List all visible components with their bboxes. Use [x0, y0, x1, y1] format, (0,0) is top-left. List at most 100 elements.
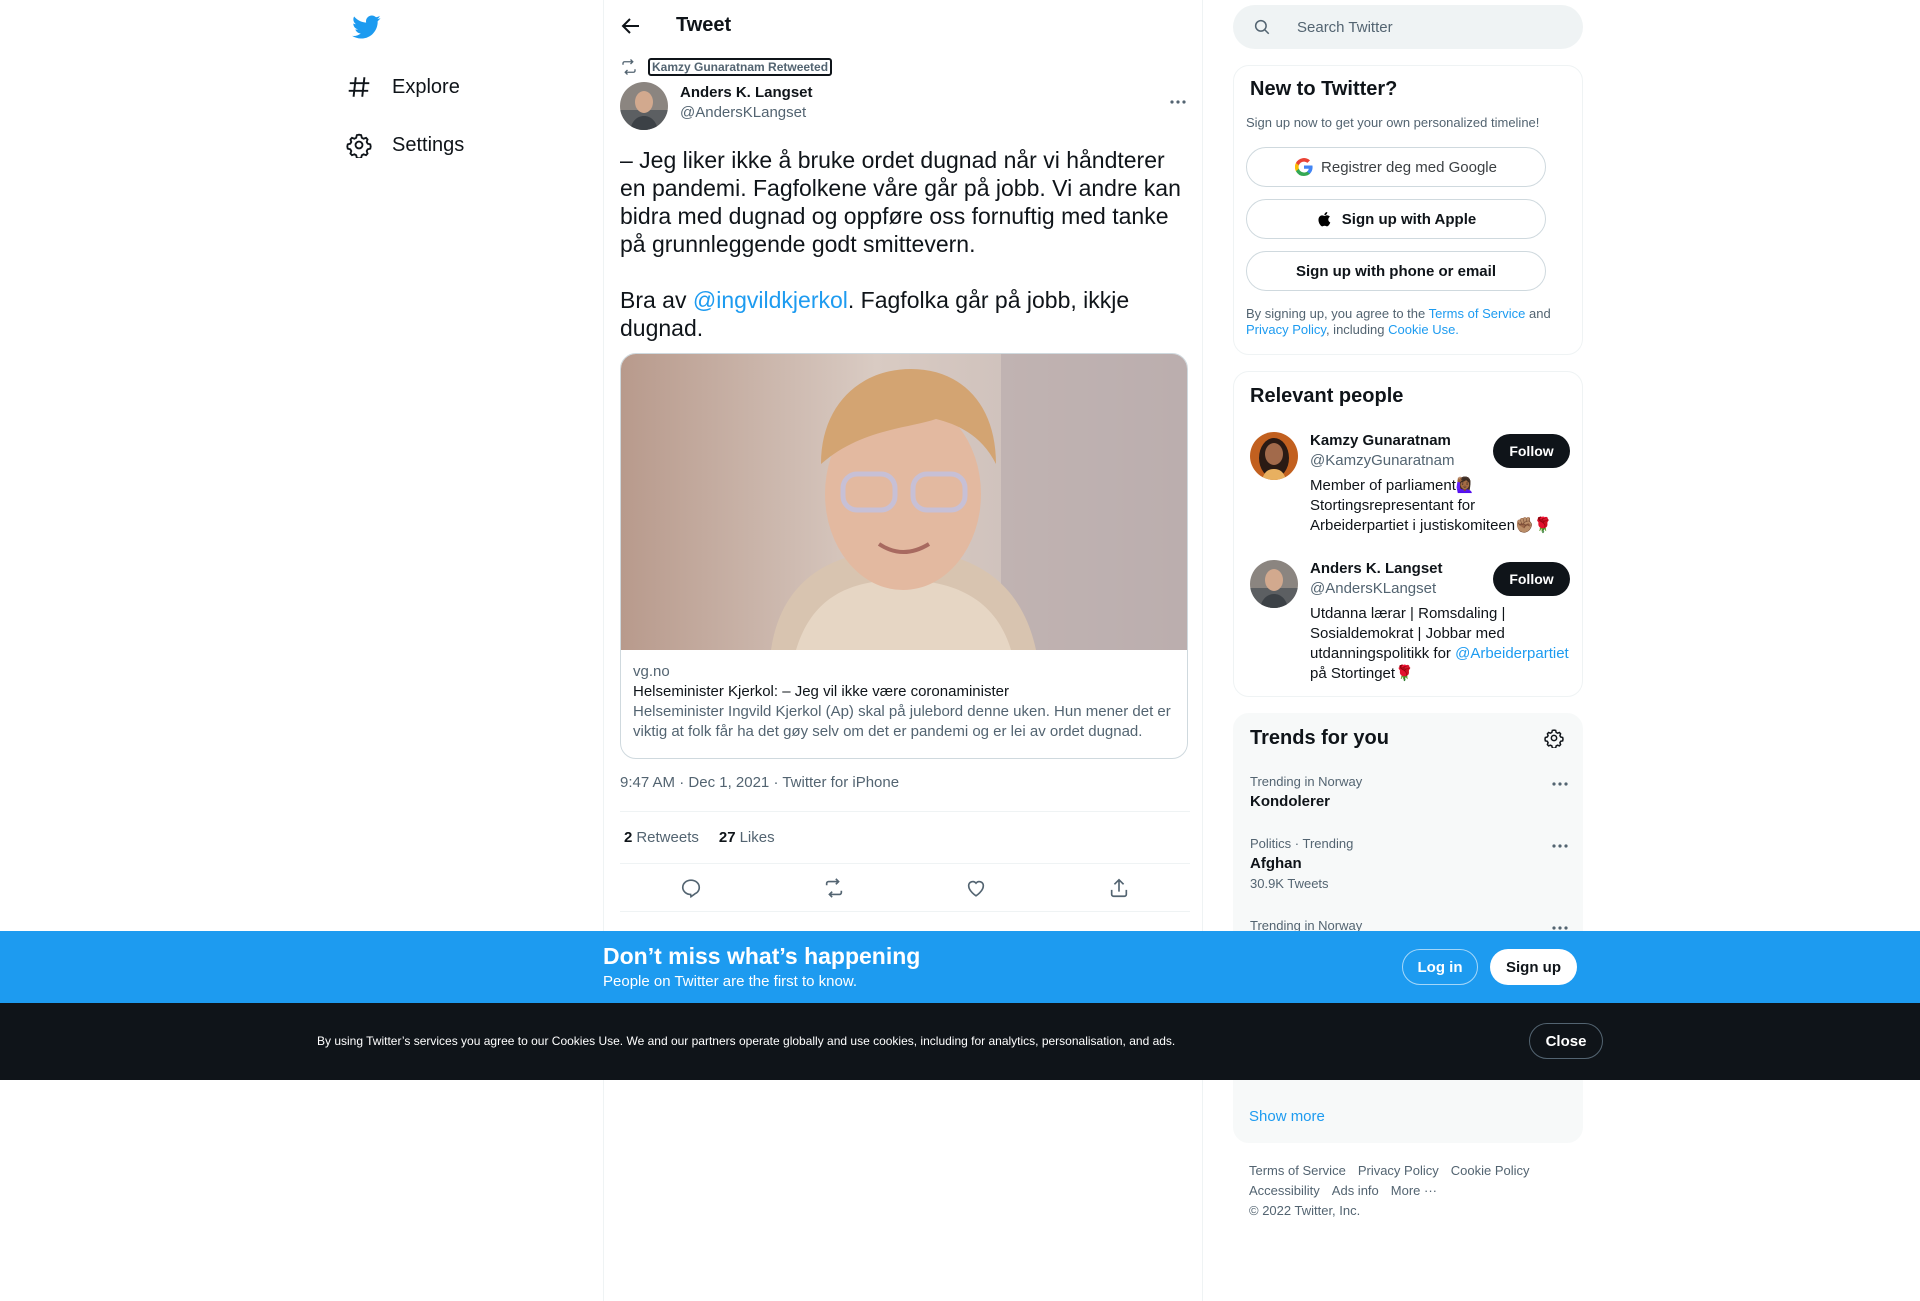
tweet-author: Anders K. Langset @AndersKLangset	[620, 82, 1190, 130]
twitter-logo-icon[interactable]	[351, 12, 381, 42]
signup-button[interactable]: Sign up	[1490, 949, 1577, 985]
retweets-label: Retweets	[636, 829, 699, 846]
footer-more-link[interactable]: More ···	[1391, 1183, 1437, 1198]
card-image	[621, 354, 1187, 650]
more-icon[interactable]	[1550, 774, 1570, 794]
reply-icon[interactable]	[680, 877, 702, 899]
show-more-link[interactable]: Show more	[1249, 1108, 1325, 1125]
person-bio: Utdanna lærar | Romsdaling | Sosialdemok…	[1310, 604, 1570, 684]
footer-link[interactable]: Ads info	[1332, 1183, 1379, 1198]
google-icon	[1295, 158, 1313, 176]
new-to-twitter-subtitle: Sign up now to get your own personalized…	[1246, 115, 1540, 130]
tweet-date[interactable]: Dec 1, 2021	[688, 774, 769, 791]
card-domain: vg.no	[633, 663, 670, 680]
retweets-count: 2	[624, 829, 633, 846]
likes-stat[interactable]: 27 Likes	[719, 829, 775, 846]
tweet-text: – Jeg liker ikke å bruke ordet dugnad nå…	[620, 146, 1190, 370]
back-arrow-icon[interactable]	[619, 14, 643, 38]
hashtag-icon	[346, 74, 372, 100]
nav-settings-label: Settings	[392, 133, 465, 156]
card-description: Helseminister Ingvild Kjerkol (Ap) skal …	[633, 703, 1171, 740]
cookie-link[interactable]: Cookie Use.	[1388, 322, 1459, 337]
trends-title: Trends for you	[1250, 727, 1389, 749]
tweet-timestamp: 9:47 AM · Dec 1, 2021 · Twitter for iPho…	[620, 774, 900, 791]
relevant-people-box: Relevant people Kamzy Gunaratnam @KamzyG…	[1233, 371, 1583, 697]
privacy-link[interactable]: Privacy Policy	[1246, 322, 1326, 337]
footer-link[interactable]: Terms of Service	[1249, 1163, 1346, 1178]
bio-text: på Stortinget🌹	[1310, 665, 1414, 682]
author-handle[interactable]: @AndersKLangset	[680, 104, 806, 121]
copyright: © 2022 Twitter, Inc.	[1249, 1203, 1361, 1218]
search-bar[interactable]	[1233, 5, 1583, 49]
link-card[interactable]: vg.no Helseminister Kjerkol: – Jeg vil i…	[620, 353, 1188, 759]
mention-link[interactable]: @ingvildkjerkol	[693, 287, 848, 313]
banner-title: Don’t miss what’s happening	[603, 943, 921, 969]
author-name[interactable]: Anders K. Langset	[680, 84, 813, 101]
likes-count: 27	[718, 829, 736, 846]
more-icon[interactable]	[1550, 836, 1570, 856]
signup-legal-text: By signing up, you agree to the Terms of…	[1246, 306, 1566, 338]
avatar[interactable]	[1250, 432, 1298, 480]
like-icon[interactable]	[965, 877, 987, 899]
person-handle[interactable]: @AndersKLangset	[1310, 580, 1436, 597]
search-input[interactable]	[1297, 18, 1557, 36]
retweet-context: Kamzy Gunaratnam Retweeted	[620, 58, 833, 76]
footer-link[interactable]: Accessibility	[1249, 1183, 1320, 1198]
follow-button[interactable]: Follow	[1493, 562, 1570, 596]
share-icon[interactable]	[1108, 877, 1130, 899]
nav-explore[interactable]: Explore	[346, 64, 460, 110]
footer-links: Terms of Service Privacy Policy Cookie Pol…	[1249, 1161, 1569, 1221]
trend-item[interactable]: Trending in Norway Kondolerer	[1250, 774, 1570, 812]
tweet-text-part: Bra av	[620, 287, 693, 313]
person-handle[interactable]: @KamzyGunaratnam	[1310, 452, 1454, 469]
tweet-time[interactable]: 9:47 AM	[620, 774, 675, 791]
trend-item[interactable]: Politics · Trending Afghan 30.9K Tweets	[1250, 836, 1570, 891]
legal-text: , including	[1325, 322, 1389, 337]
login-button[interactable]: Log in	[1402, 949, 1478, 985]
tweet-paragraph-1: – Jeg liker ikke å bruke ordet dugnad nå…	[620, 147, 1181, 257]
apple-icon	[1316, 210, 1334, 228]
tweet-source[interactable]: Twitter for iPhone	[782, 774, 899, 791]
gear-icon	[346, 132, 372, 158]
tweet-stats: 2 Retweets 27 Likes	[620, 811, 1190, 864]
avatar[interactable]	[1250, 560, 1298, 608]
cookie-text: By using Twitter’s services you agree to…	[317, 1034, 1176, 1048]
footer-link[interactable]: Cookie Policy	[1451, 1163, 1530, 1178]
trend-name: Kondolerer	[1250, 793, 1331, 810]
trends-settings-gear-icon[interactable]	[1544, 728, 1564, 748]
avatar[interactable]	[620, 82, 668, 130]
more-icon[interactable]	[1168, 92, 1188, 112]
apple-signup-label: Sign up with Apple	[1341, 210, 1477, 228]
signup-banner: Don’t miss what’s happening People on Tw…	[0, 931, 1920, 1003]
terms-link[interactable]: Terms of Service	[1429, 306, 1526, 321]
retweet-action-icon[interactable]	[823, 877, 845, 899]
follow-button[interactable]: Follow	[1493, 434, 1570, 468]
person-name[interactable]: Kamzy Gunaratnam	[1310, 432, 1451, 449]
retweeted-by-link[interactable]: Kamzy Gunaratnam Retweeted	[648, 58, 833, 76]
trend-name: Afghan	[1250, 855, 1302, 872]
close-button[interactable]: Close	[1529, 1023, 1603, 1059]
apple-signup-button[interactable]: Sign up with Apple	[1246, 199, 1546, 239]
nav-explore-label: Explore	[392, 75, 460, 98]
person-name[interactable]: Anders K. Langset	[1310, 560, 1443, 577]
tweet-paragraph-2: Bra av @ingvildkjerkol. Fagfolka går på …	[620, 286, 1190, 342]
legal-text: By signing up, you agree to the	[1246, 306, 1429, 321]
phone-email-signup-button[interactable]: Sign up with phone or email	[1246, 251, 1546, 291]
trend-context: Politics · Trending	[1250, 836, 1354, 851]
trend-count: 30.9K Tweets	[1250, 876, 1329, 891]
search-icon	[1253, 18, 1271, 36]
trend-context: Trending in Norway	[1250, 774, 1363, 789]
retweet-icon	[620, 58, 638, 76]
new-to-twitter-title: New to Twitter?	[1250, 78, 1398, 100]
google-signup-label: Registrer deg med Google	[1321, 158, 1497, 176]
main-column: Tweet Kamzy Gunaratnam Retweeted Anders …	[603, 0, 1203, 1301]
retweets-stat[interactable]: 2 Retweets	[624, 829, 699, 846]
card-meta: vg.no Helseminister Kjerkol: – Jeg vil i…	[621, 650, 1187, 754]
tweet-actions	[620, 864, 1190, 912]
mention-link[interactable]: @Arbeiderpartiet	[1455, 645, 1569, 662]
footer-link[interactable]: Privacy Policy	[1358, 1163, 1439, 1178]
legal-text: and	[1525, 306, 1551, 321]
nav-settings[interactable]: Settings	[346, 122, 464, 168]
new-to-twitter-box: New to Twitter? Sign up now to get your …	[1233, 65, 1583, 355]
google-signup-button[interactable]: Registrer deg med Google	[1246, 147, 1546, 187]
